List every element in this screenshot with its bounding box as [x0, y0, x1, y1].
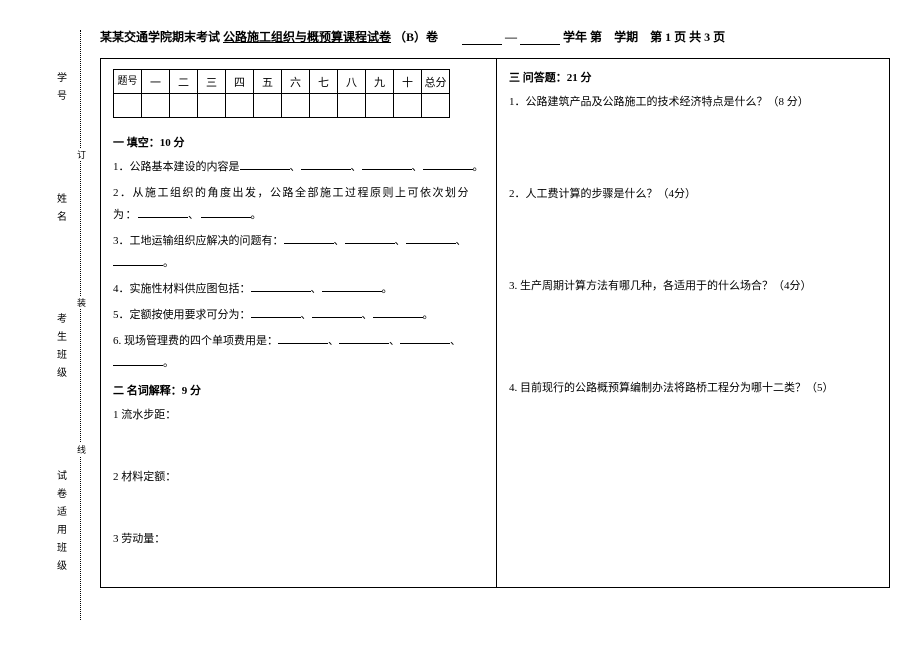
binding-mark-2: 装	[77, 296, 86, 309]
score-col-8: 八	[338, 70, 366, 94]
score-cell	[142, 94, 170, 118]
blank	[284, 233, 334, 244]
binding-dotted-line: 订 装 线	[80, 30, 81, 620]
score-row-label: 题号	[114, 70, 142, 94]
binding-side-labels: 学号 姓名 考生班级 试卷适用班级	[35, 30, 85, 620]
blank	[406, 233, 456, 244]
score-col-6: 六	[282, 70, 310, 94]
score-col-3: 三	[198, 70, 226, 94]
score-cell	[366, 94, 394, 118]
section-1-title: 一 填空：10 分	[113, 134, 484, 150]
page-total: 3	[704, 30, 710, 44]
fill-q3: 3．工地运输组织应解决的问题有：、、、。	[113, 230, 484, 274]
term-label: 学期	[614, 30, 638, 44]
blank	[312, 307, 362, 318]
qa-q3: 3. 生产周期计算方法有哪几种，各适用于的什么场合？（4分）	[509, 275, 879, 297]
score-table-header-row: 题号 一 二 三 四 五 六 七 八 九 十 总分	[114, 70, 450, 94]
score-col-10: 十	[394, 70, 422, 94]
binding-mark-1: 订	[77, 148, 86, 161]
fill-q5: 5．定额按使用要求可分为：、、。	[113, 304, 484, 326]
score-cell	[198, 94, 226, 118]
course-name: 公路施工组织与概预算课程试卷	[223, 30, 391, 44]
blank	[345, 233, 395, 244]
side-label-student-id: 学号	[53, 72, 68, 108]
blank	[138, 207, 188, 218]
score-col-4: 四	[226, 70, 254, 94]
score-col-7: 七	[310, 70, 338, 94]
blank	[322, 281, 382, 292]
paper-variant: （B）卷	[394, 30, 438, 44]
blank	[400, 333, 450, 344]
score-col-2: 二	[170, 70, 198, 94]
section-3-title: 三 问答题：21 分	[509, 69, 879, 85]
blank	[240, 159, 290, 170]
term-q2: 2 材料定额：	[113, 466, 484, 488]
score-cell	[226, 94, 254, 118]
page-suffix: 页	[713, 30, 725, 44]
score-cell	[422, 94, 450, 118]
side-label-class: 考生班级	[53, 313, 68, 385]
side-label-applicable-class: 试卷适用班级	[53, 470, 68, 578]
term-q3: 3 劳动量：	[113, 528, 484, 550]
fill-q6: 6. 现场管理费的四个单项费用是：、、、。	[113, 330, 484, 374]
fill-q1: 1．公路基本建设的内容是、、、。	[113, 156, 484, 178]
score-cell	[114, 94, 142, 118]
page-number: 1	[665, 30, 671, 44]
binding-mark-3: 线	[77, 443, 86, 456]
page-prefix: 第	[650, 30, 662, 44]
blank	[251, 307, 301, 318]
score-col-1: 一	[142, 70, 170, 94]
year-end-blank	[520, 33, 560, 45]
exam-content-frame: 题号 一 二 三 四 五 六 七 八 九 十 总分	[100, 58, 890, 588]
score-table: 题号 一 二 三 四 五 六 七 八 九 十 总分	[113, 69, 450, 118]
fill-q2: 2．从施工组织的角度出发，公路全部施工过程原则上可依次划分为：、。	[113, 182, 484, 226]
left-column: 题号 一 二 三 四 五 六 七 八 九 十 总分	[101, 59, 496, 587]
blank	[339, 333, 389, 344]
score-cell	[254, 94, 282, 118]
score-col-total: 总分	[422, 70, 450, 94]
blank	[423, 159, 473, 170]
score-col-5: 五	[254, 70, 282, 94]
blank	[362, 159, 412, 170]
year-start-blank	[462, 33, 502, 45]
score-cell	[170, 94, 198, 118]
blank	[113, 255, 163, 266]
side-label-name: 姓名	[53, 193, 68, 229]
page-header: 某某交通学院期末考试 公路施工组织与概预算课程试卷 （B）卷 — 学年 第 学期…	[100, 28, 890, 45]
score-cell	[338, 94, 366, 118]
fill-q4: 4．实施性材料供应图包括：、。	[113, 278, 484, 300]
term-q1: 1 流水步距：	[113, 404, 484, 426]
blank	[373, 307, 423, 318]
page-mid: 页 共	[674, 30, 701, 44]
right-column: 三 问答题：21 分 1．公路建筑产品及公路施工的技术经济特点是什么？（8 分）…	[496, 59, 891, 587]
qa-q4: 4. 目前现行的公路概预算编制办法将路桥工程分为哪十二类？（5）	[509, 377, 879, 399]
score-table-value-row	[114, 94, 450, 118]
qa-q2: 2．人工费计算的步骤是什么？（4分）	[509, 183, 879, 205]
blank	[278, 333, 328, 344]
dash: —	[505, 30, 517, 44]
score-cell	[282, 94, 310, 118]
score-cell	[394, 94, 422, 118]
score-cell	[310, 94, 338, 118]
school-name: 某某交通学院期末考试	[100, 30, 220, 44]
blank	[251, 281, 311, 292]
blank	[301, 159, 351, 170]
year-label: 学年 第	[563, 30, 602, 44]
score-col-9: 九	[366, 70, 394, 94]
qa-q1: 1．公路建筑产品及公路施工的技术经济特点是什么？（8 分）	[509, 91, 879, 113]
section-2-title: 二 名词解释：9 分	[113, 382, 484, 398]
blank	[113, 355, 163, 366]
blank	[201, 207, 251, 218]
